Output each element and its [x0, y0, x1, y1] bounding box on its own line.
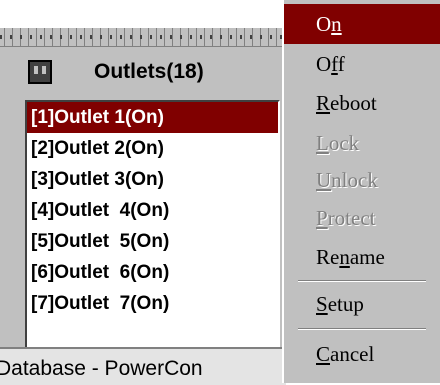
menu-item-cancel[interactable]: Cancel	[284, 334, 440, 374]
panel-title: Outlets(18)	[94, 60, 204, 83]
list-item[interactable]: [2]Outlet 2(On)	[27, 133, 278, 164]
list-item[interactable]: [5]Outlet 5(On)	[27, 226, 278, 257]
menu-separator	[298, 328, 426, 330]
menu-item-reboot[interactable]: Reboot	[284, 83, 440, 123]
menu-item-rename[interactable]: Rename	[284, 237, 440, 277]
outlet-icon	[28, 60, 52, 84]
list-item[interactable]: [6]Outlet 6(On)	[27, 257, 278, 288]
menu-item-protect: Protect	[316, 206, 376, 230]
outlet-list[interactable]: [1]Outlet 1(On) [2]Outlet 2(On) [3]Outlet …	[25, 100, 280, 354]
list-item[interactable]: [1]Outlet 1(On)	[27, 102, 278, 133]
menu-separator	[298, 280, 426, 282]
panel-grip[interactable]	[0, 28, 286, 47]
menu-item-off[interactable]: Off	[284, 44, 440, 84]
menu-item-on[interactable]: On	[284, 4, 440, 44]
context-menu: On Off Reboot Lock Unlock Protect Rename Setup C…	[282, 0, 440, 383]
status-text: Database - PowerCon	[0, 357, 203, 380]
list-item[interactable]: [3]Outlet 3(On)	[27, 164, 278, 195]
menu-item-setup[interactable]: Setup	[284, 284, 440, 324]
outlets-panel: Outlets(18) [1]Outlet 1(On) [2]Outlet 2(O…	[0, 28, 286, 385]
list-item[interactable]: [4]Outlet 4(On)	[27, 195, 278, 226]
menu-item-unlock: Unlock	[316, 168, 378, 192]
list-item[interactable]: [7]Outlet 7(On)	[27, 288, 278, 319]
status-bar: Database - PowerCon	[0, 347, 286, 385]
menu-item-lock: Lock	[316, 131, 360, 155]
panel-header: Outlets(18)	[0, 48, 286, 96]
